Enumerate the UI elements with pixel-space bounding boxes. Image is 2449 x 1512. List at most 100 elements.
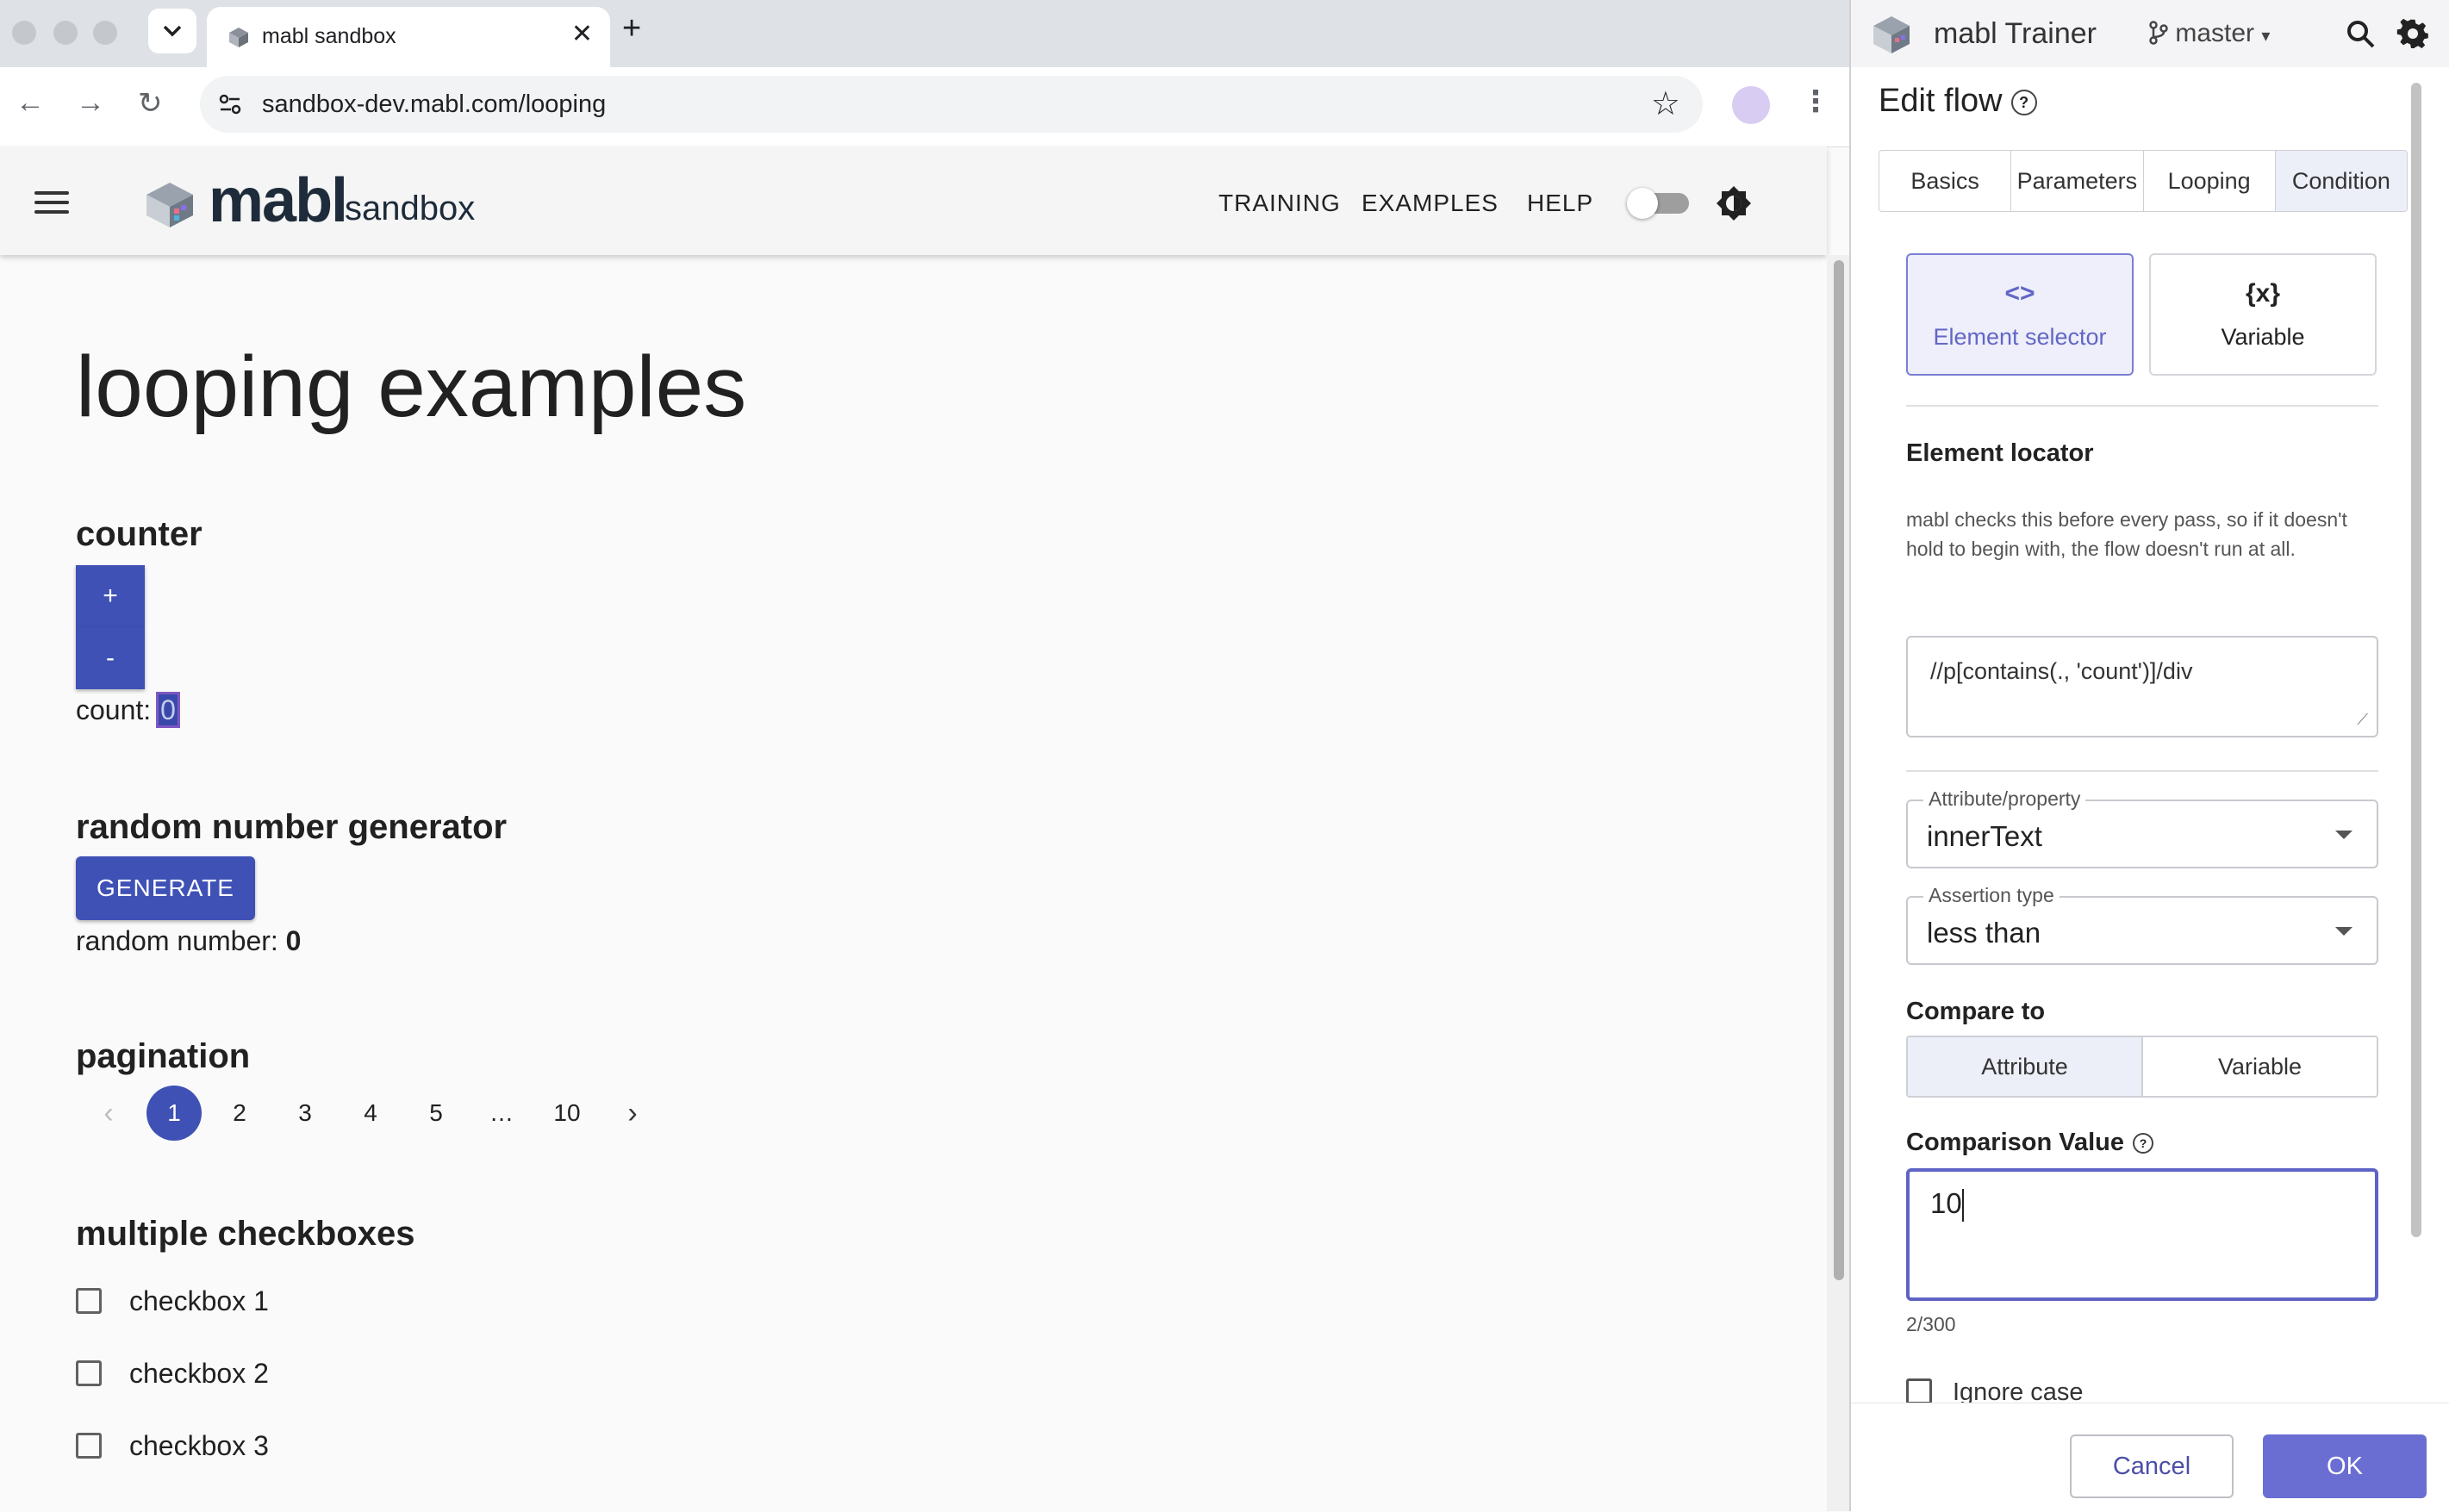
variable-option[interactable]: {x} Variable	[2149, 253, 2377, 376]
window-maximize-button[interactable]	[93, 21, 117, 45]
url-text: sandbox-dev.mabl.com/looping	[262, 90, 607, 118]
decrement-button[interactable]: -	[76, 627, 145, 689]
profile-avatar[interactable]	[1732, 86, 1770, 124]
panel-scrollbar[interactable]	[2409, 83, 2423, 1401]
page-ellipsis: …	[489, 1099, 514, 1126]
count-label: count:	[76, 694, 159, 725]
generate-button[interactable]: GENERATE	[76, 856, 255, 920]
compare-to-toggle: Attribute Variable	[1906, 1036, 2378, 1098]
checkbox-label-3: checkbox 3	[129, 1429, 269, 1461]
resize-handle-icon[interactable]: ⟋	[2357, 711, 2368, 729]
checkbox-1[interactable]	[76, 1288, 102, 1314]
page-button-10[interactable]: 10	[539, 1086, 595, 1141]
panel-footer: Cancel OK	[1851, 1403, 2449, 1512]
help-icon[interactable]: ?	[2133, 1133, 2154, 1154]
element-selector-option[interactable]: <> Element selector	[1906, 253, 2134, 376]
pagination-next-icon[interactable]: ›	[605, 1086, 660, 1141]
theme-toggle[interactable]	[1627, 188, 1691, 219]
tab-search-button[interactable]	[148, 9, 196, 53]
compare-variable-option[interactable]: Variable	[2143, 1037, 2377, 1096]
page-button-5[interactable]: 5	[408, 1086, 464, 1141]
attribute-select[interactable]: Attribute/property innerText	[1906, 787, 2378, 868]
page-title: looping examples	[76, 339, 747, 435]
tab-title: mabl sandbox	[262, 24, 396, 48]
site-settings-icon[interactable]	[217, 91, 243, 117]
locator-input[interactable]: //p[contains(., 'count')]/div ⟋	[1906, 636, 2378, 737]
trainer-header: mabl Trainer master ▾	[1851, 0, 2449, 67]
comparison-value-text: 10	[1930, 1187, 1962, 1219]
code-icon: <>	[2004, 278, 2035, 308]
attribute-value: innerText	[1927, 820, 2042, 852]
browser-toolbar: ← → ↻ sandbox-dev.mabl.com/looping ☆ ⋮	[0, 67, 1849, 147]
window-minimize-button[interactable]	[53, 21, 78, 45]
address-bar[interactable]: sandbox-dev.mabl.com/looping ☆	[200, 76, 1703, 133]
random-label: random number:	[76, 925, 286, 956]
page-button-1[interactable]: 1	[146, 1086, 202, 1141]
checkbox-item-3[interactable]: checkbox 3	[76, 1427, 269, 1465]
ignore-case-checkbox[interactable]	[1906, 1378, 1932, 1404]
chevron-down-icon	[163, 25, 182, 37]
reload-icon[interactable]: ↻	[138, 86, 163, 121]
window-close-button[interactable]	[12, 21, 36, 45]
mabl-logo-icon	[146, 183, 193, 227]
count-display: count: 0	[76, 692, 180, 728]
pagination-heading: pagination	[76, 1037, 251, 1075]
forward-arrow-icon[interactable]: →	[76, 86, 105, 120]
trainer-title: mabl Trainer	[1934, 17, 2097, 50]
page-scrollbar[interactable]	[1827, 255, 1849, 1511]
browser-tab[interactable]: mabl sandbox ✕	[207, 7, 610, 67]
help-icon[interactable]: ?	[2010, 89, 2037, 115]
ignore-case-row[interactable]: Ignore case	[1906, 1378, 2084, 1404]
site-app-bar: mabl sandbox TRAINING EXAMPLES HELP	[0, 146, 1827, 255]
nav-examples-link[interactable]: EXAMPLES	[1362, 190, 1499, 217]
branch-caret-icon: ▾	[2261, 27, 2271, 46]
pagination-prev-icon[interactable]: ‹	[81, 1086, 136, 1141]
variable-icon: {x}	[2245, 278, 2281, 308]
branch-selector[interactable]: master ▾	[2149, 19, 2270, 48]
ok-button[interactable]: OK	[2263, 1434, 2427, 1498]
page-button-2[interactable]: 2	[212, 1086, 267, 1141]
element-selector-label: Element selector	[1933, 323, 2107, 350]
tab-close-icon[interactable]: ✕	[571, 19, 593, 49]
bookmark-star-icon[interactable]: ☆	[1651, 84, 1680, 123]
page-button-3[interactable]: 3	[277, 1086, 333, 1141]
page-button-4[interactable]: 4	[343, 1086, 398, 1141]
browser-tab-strip: mabl sandbox ✕ +	[0, 0, 1849, 67]
new-tab-icon[interactable]: +	[622, 10, 641, 47]
hamburger-menu-icon[interactable]	[34, 191, 69, 220]
back-arrow-icon[interactable]: ←	[16, 86, 45, 120]
checkbox-3[interactable]	[76, 1433, 102, 1459]
random-heading: random number generator	[76, 808, 508, 846]
comparison-value-input[interactable]: 10	[1906, 1168, 2378, 1301]
trainer-logo-icon	[1873, 16, 1910, 53]
divider	[1906, 405, 2378, 407]
locator-value: //p[contains(., 'count')]/div	[1930, 658, 2193, 684]
mabl-favicon-icon	[229, 28, 248, 47]
browser-menu-icon[interactable]: ⋮	[1801, 84, 1830, 119]
element-locator-label: Element locator	[1906, 439, 2094, 467]
variable-label: Variable	[2221, 323, 2305, 350]
checkbox-item-2[interactable]: checkbox 2	[76, 1354, 269, 1392]
flow-tabs: Basics Parameters Looping Condition	[1879, 150, 2408, 212]
brightness-icon[interactable]	[1715, 184, 1753, 222]
tab-looping[interactable]: Looping	[2144, 151, 2276, 211]
gear-icon[interactable]	[2396, 17, 2430, 52]
compare-attribute-option[interactable]: Attribute	[1908, 1037, 2143, 1096]
checkbox-item-1[interactable]: checkbox 1	[76, 1282, 269, 1320]
character-counter: 2/300	[1906, 1313, 1956, 1335]
tab-basics[interactable]: Basics	[1879, 151, 2012, 211]
nav-help-link[interactable]: HELP	[1527, 190, 1593, 217]
nav-training-link[interactable]: TRAINING	[1218, 190, 1341, 217]
tab-condition[interactable]: Condition	[2275, 151, 2407, 211]
checkbox-label-1: checkbox 1	[129, 1285, 269, 1316]
assertion-type-select[interactable]: Assertion type less than	[1906, 884, 2378, 965]
counter-heading: counter	[76, 515, 203, 553]
checkbox-2[interactable]	[76, 1360, 102, 1386]
cancel-button[interactable]: Cancel	[2070, 1434, 2234, 1498]
search-icon[interactable]	[2344, 17, 2378, 52]
increment-button[interactable]: +	[76, 565, 145, 627]
edit-flow-title: Edit flow?	[1879, 83, 2037, 120]
tab-parameters[interactable]: Parameters	[2011, 151, 2144, 211]
branch-name: master	[2175, 19, 2255, 47]
dropdown-caret-icon	[2335, 927, 2352, 936]
